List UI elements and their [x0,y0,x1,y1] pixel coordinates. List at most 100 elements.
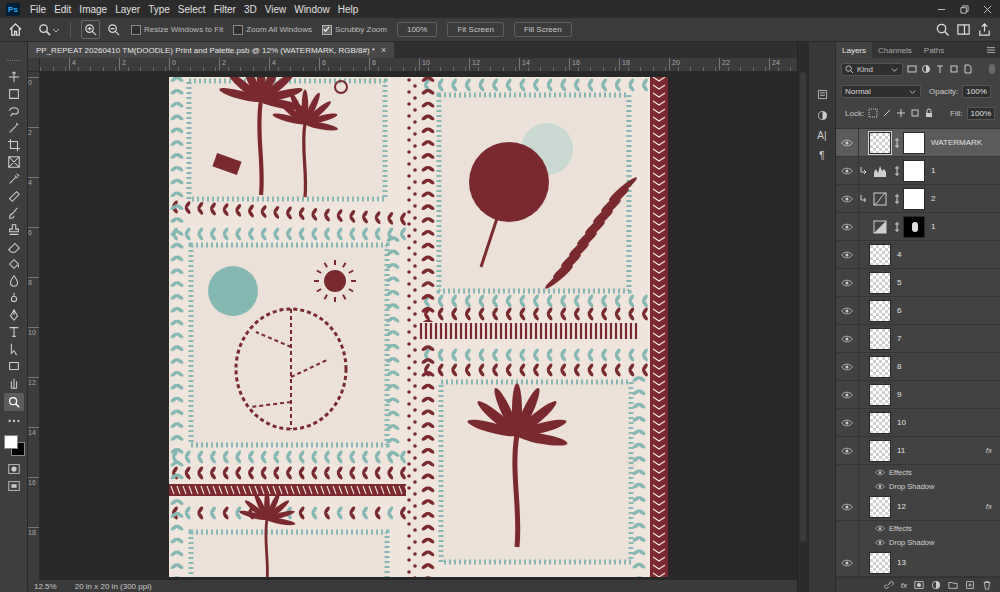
tool-icon[interactable] [7,189,21,203]
eye-icon[interactable] [875,483,885,490]
visibility-toggle[interactable] [836,549,859,576]
effect-item[interactable]: Drop Shadow [836,479,1000,493]
workspace-icon[interactable] [956,22,971,37]
option-checkbox[interactable]: Resize Windows to Fit [131,25,223,35]
effect-item[interactable]: Drop Shadow [836,535,1000,549]
layer-name[interactable]: 2 [931,194,1000,203]
history-icon[interactable] [816,88,829,101]
color-swatches[interactable] [4,435,24,455]
layer-effects-badge[interactable]: fx [986,446,992,455]
filter-toggle[interactable] [989,64,995,74]
visibility-toggle[interactable] [836,269,859,296]
effects-header[interactable]: Effects [836,465,1000,479]
layer-row[interactable]: 11 fx [836,437,1000,465]
pixel-filter-icon[interactable] [907,64,917,74]
layer-name[interactable]: 11 [897,446,986,455]
tool-icon[interactable] [7,87,21,101]
layer-name[interactable]: 12 [897,502,986,511]
layer-mask-thumbnail[interactable] [903,132,925,154]
ruler-origin[interactable] [28,58,40,72]
option-button[interactable]: Fill Screen [514,22,572,37]
lock-artboard-icon[interactable] [910,108,920,118]
menu-item[interactable]: Help [334,4,363,15]
layer-mask-thumbnail[interactable] [903,188,925,210]
visibility-toggle[interactable] [836,493,859,520]
adjustments-icon[interactable] [816,109,829,122]
visibility-toggle[interactable] [836,381,859,408]
zoom-in-icon[interactable] [81,20,100,39]
layer-row[interactable]: 10 [836,409,1000,437]
mask-link-icon[interactable] [894,221,900,233]
vertical-ruler[interactable]: 024681012141618 [28,72,40,580]
menu-item[interactable]: Window [290,4,334,15]
menu-item[interactable]: Image [75,4,111,15]
tool-icon[interactable] [7,376,21,390]
screen-mode-icon[interactable] [7,479,21,493]
new-adjustment-icon[interactable] [931,580,941,590]
mask-link-icon[interactable] [894,165,900,177]
menu-item[interactable]: Edit [50,4,75,15]
zoom-level[interactable]: 12.5% [34,582,57,591]
filter-kind-dropdown[interactable]: Kind [841,63,903,76]
layer-row[interactable]: 1 [836,157,1000,185]
adjustment-filter-icon[interactable] [921,64,931,74]
panel-tab[interactable]: Paths [918,42,950,58]
type-filter-icon[interactable] [935,64,945,74]
visibility-toggle[interactable] [836,297,859,324]
shape-filter-icon[interactable] [949,64,959,74]
lock-all-icon[interactable] [924,108,934,118]
checkbox-box[interactable] [233,25,243,35]
tool-icon[interactable] [7,257,21,271]
new-layer-icon[interactable] [965,580,975,590]
menu-item[interactable]: Filter [210,4,240,15]
tool-icon[interactable] [7,342,21,356]
visibility-toggle[interactable] [836,241,859,268]
blend-mode-dropdown[interactable]: Normal [841,85,921,98]
menu-item[interactable]: Layer [111,4,144,15]
foreground-color[interactable] [4,435,18,449]
home-icon[interactable] [8,22,23,37]
tool-icon[interactable] [7,223,21,237]
tool-icon[interactable] [7,274,21,288]
layer-name[interactable]: 6 [897,306,1000,315]
layer-thumbnail[interactable] [869,244,891,266]
fill-field[interactable]: 100% [967,107,995,120]
new-group-icon[interactable] [948,580,958,590]
scroll-thumb[interactable] [800,72,806,542]
restore-icon[interactable] [960,5,969,14]
zoom-out-icon[interactable] [106,22,121,37]
search-icon[interactable] [935,22,950,37]
visibility-toggle[interactable] [836,213,859,240]
visibility-toggle[interactable] [836,157,859,184]
layer-row[interactable]: WATERMARK [836,129,1000,157]
tool-icon[interactable] [7,121,21,135]
layer-name[interactable]: 8 [897,362,1000,371]
lock-pixels-icon[interactable] [868,108,878,118]
visibility-toggle[interactable] [836,129,859,156]
add-style-button[interactable]: fx [901,581,907,590]
effects-header[interactable]: Effects [836,521,1000,535]
horizontal-ruler[interactable]: 42024681012141618202224 [40,58,797,72]
mask-link-icon[interactable] [894,193,900,205]
tool-icon[interactable] [7,359,21,373]
layer-name[interactable]: 10 [897,418,1000,427]
visibility-toggle[interactable] [836,185,859,212]
tool-icon[interactable] [7,206,21,220]
checkbox-box[interactable] [322,25,332,35]
menu-item[interactable]: 3D [240,4,261,15]
layer-thumbnail[interactable] [869,552,891,574]
levels-adjustment-icon[interactable] [872,163,888,179]
layer-thumbnail[interactable] [869,272,891,294]
layer-name[interactable]: 1 [931,166,1000,175]
mask-link-icon[interactable] [894,137,900,149]
layer-thumbnail[interactable] [869,328,891,350]
panel-tab[interactable]: Channels [872,42,918,58]
opacity-field[interactable]: 100% [962,85,990,98]
option-button[interactable]: Fit Screen [447,22,503,37]
layer-thumbnail[interactable] [869,412,891,434]
layer-name[interactable]: 4 [897,250,1000,259]
tool-icon[interactable] [7,291,21,305]
panel-menu-icon[interactable] [986,46,996,54]
close-tab-button[interactable]: × [381,45,386,55]
gradient-fill-icon[interactable] [872,219,888,235]
